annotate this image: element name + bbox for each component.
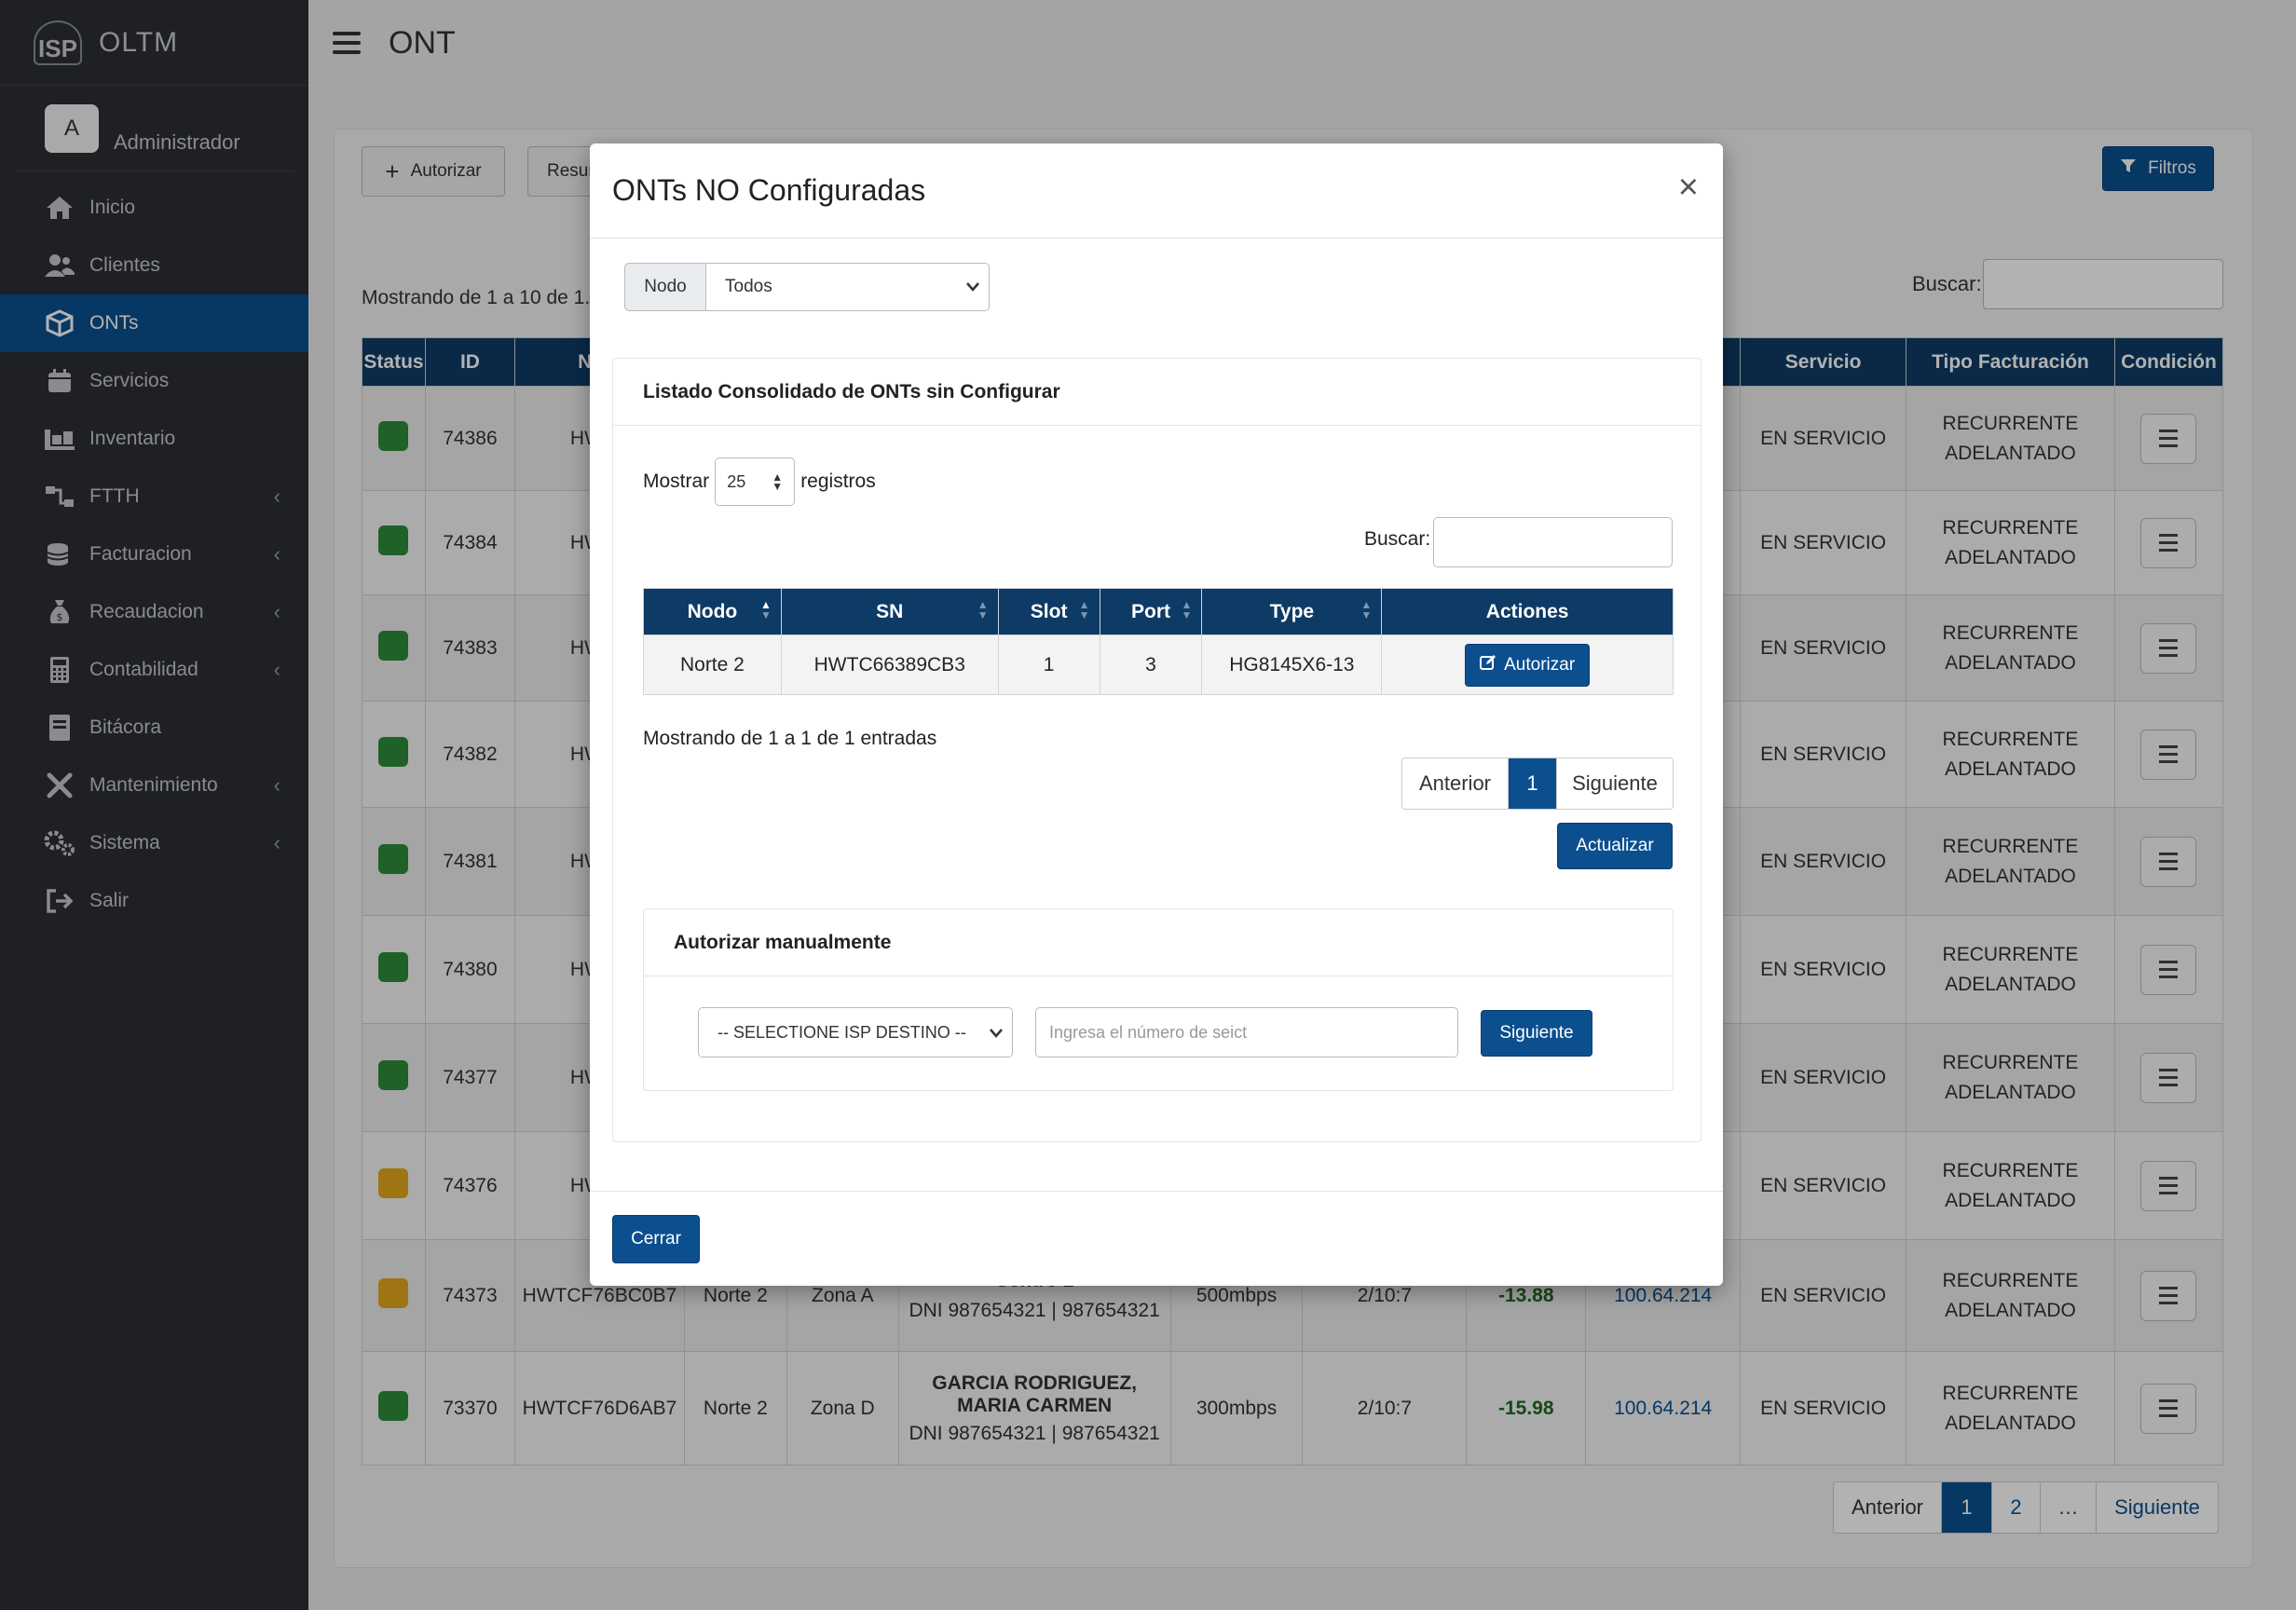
nodo-cell: Norte 2 (643, 634, 782, 695)
col-type-label: Type (1269, 600, 1315, 622)
sort-updown-icon: ▲ ▼ (772, 471, 784, 493)
unconfigured-onts-modal: ONTs NO Configuradas × Nodo Todos Listad… (590, 143, 1723, 1286)
seict-number-input[interactable]: Ingresa el número de seict (1035, 1007, 1458, 1057)
close-icon[interactable]: × (1678, 170, 1699, 205)
node-select-value: Todos (725, 277, 772, 296)
unconfigured-onts-table: Nodo ▲ ▼ SN ▲ ▼ Slot ▲ ▼ Port ▲ ▼ Type ▲ ▼ Actione… (643, 588, 1674, 695)
node-select[interactable]: Todos (706, 263, 990, 311)
isp-destination-select[interactable]: -- SELECTIONE ISP DESTINO -- (698, 1007, 1013, 1057)
page-length-select[interactable]: 25 ▲ ▼ (715, 457, 796, 506)
chevron-down-icon (990, 1023, 1003, 1043)
modal-title: ONTs NO Configuradas (612, 173, 926, 207)
table-row[interactable]: Norte 2 HWTC66389CB3 1 3 HG8145X6-13 Aut… (643, 634, 1674, 695)
col-type[interactable]: Type ▲ ▼ (1201, 588, 1383, 635)
sort-icon: ▲ ▼ (977, 598, 989, 621)
manual-authorize-panel: Autorizar manualmente -- SELECTIONE ISP … (643, 908, 1674, 1091)
sort-icon: ▲ ▼ (1078, 598, 1090, 621)
pagination-next[interactable]: Siguiente (1557, 758, 1673, 809)
col-slot-label: Slot (1030, 600, 1068, 622)
chevron-down-icon (966, 277, 979, 297)
records-label: registros (800, 471, 876, 492)
isp-destination-value: -- SELECTIONE ISP DESTINO -- (718, 1022, 966, 1042)
pagination-page[interactable]: 1 (1509, 758, 1557, 809)
modal-header: ONTs NO Configuradas × (590, 143, 1723, 239)
authorize-ont-button[interactable]: Autorizar (1465, 643, 1591, 687)
col-sn[interactable]: SN ▲ ▼ (780, 588, 999, 635)
node-filter-label: Nodo (624, 263, 706, 311)
col-slot[interactable]: Slot ▲ ▼ (997, 588, 1100, 635)
page-length-control: Mostrar 25 ▲ ▼ registros (643, 457, 876, 506)
panel-title: Listado Consolidado de ONTs sin Configur… (613, 359, 1701, 426)
manual-next-button[interactable]: Siguiente (1481, 1010, 1592, 1057)
col-port-label: Port (1131, 600, 1170, 622)
col-port[interactable]: Port ▲ ▼ (1099, 588, 1203, 635)
authorize-ont-label: Autorizar (1504, 654, 1576, 675)
node-filter: Nodo Todos (624, 263, 990, 311)
sort-icon: ▲ ▼ (1181, 598, 1193, 621)
col-sn-label: SN (876, 600, 904, 622)
slot-cell: 1 (997, 634, 1100, 695)
consolidated-list-panel: Listado Consolidado de ONTs sin Configur… (612, 358, 1702, 1142)
col-actions: Actiones (1381, 588, 1674, 635)
modal-pagination: Anterior 1 Siguiente (1401, 757, 1674, 810)
modal-search-label: Buscar: (1364, 528, 1431, 550)
sn-cell: HWTC66389CB3 (780, 634, 999, 695)
actions-cell: Autorizar (1381, 634, 1674, 695)
manual-authorize-title: Autorizar manualmente (644, 909, 1673, 976)
sort-icon: ▲ ▼ (1360, 598, 1373, 621)
modal-footer: Cerrar (590, 1191, 1723, 1286)
port-cell: 3 (1099, 634, 1203, 695)
show-label: Mostrar (643, 471, 710, 492)
edit-icon (1480, 654, 1496, 676)
sort-asc-icon: ▲ ▼ (759, 598, 772, 621)
col-nodo-label: Nodo (687, 600, 738, 622)
type-cell: HG8145X6-13 (1201, 634, 1383, 695)
col-nodo[interactable]: Nodo ▲ ▼ (643, 588, 782, 635)
modal-search-input[interactable] (1433, 517, 1673, 567)
page-length-value: 25 (727, 471, 746, 491)
modal-showing-text: Mostrando de 1 a 1 de 1 entradas (643, 728, 937, 749)
close-button[interactable]: Cerrar (612, 1214, 700, 1263)
pagination-prev[interactable]: Anterior (1402, 758, 1509, 809)
refresh-button[interactable]: Actualizar (1557, 823, 1673, 869)
